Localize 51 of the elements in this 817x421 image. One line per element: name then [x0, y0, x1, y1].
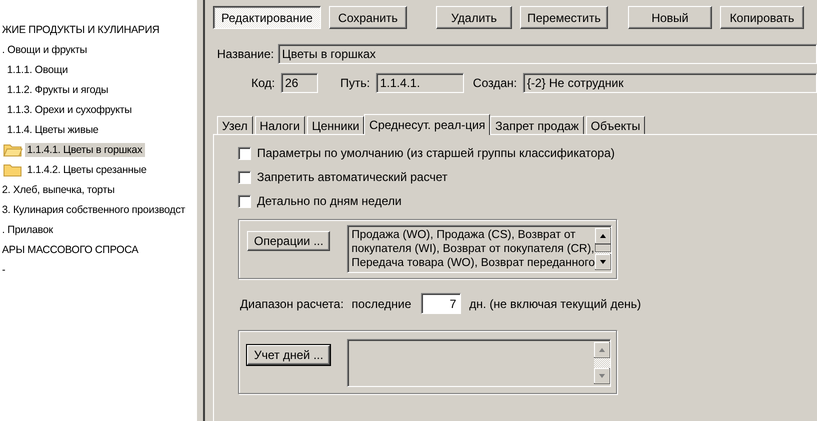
info-field: 1.1.4.1. [376, 73, 464, 93]
tree-item[interactable]: - [0, 263, 8, 277]
checkbox-label: Запретить автоматический расчет [257, 170, 448, 184]
range-suffix: дн. (не включая текущий день) [469, 296, 642, 310]
checkbox-label: Параметры по умолчанию (из старшей группы классификатора) [257, 146, 615, 160]
checkbox-label: Детально по дням недели [257, 194, 402, 208]
tab[interactable]: Узел [217, 116, 253, 134]
toolbar-button[interactable]: Удалить [436, 6, 512, 29]
tree-item[interactable]: 1.1.3. Орехи и сухофрукты [5, 103, 135, 117]
tree-item[interactable]: 1.1.1. Овощи [5, 63, 71, 77]
tab[interactable]: Ценники [306, 116, 364, 134]
toolbar-button[interactable]: Новый [628, 6, 712, 29]
tree-item[interactable]: . Прилавок [0, 223, 56, 237]
operations-button[interactable]: Операции ... [247, 231, 330, 251]
tree-item[interactable]: АРЫ МАССОВОГО СПРОСА [0, 243, 142, 257]
days-input[interactable]: 7 [421, 293, 462, 314]
checkbox[interactable] [238, 146, 251, 160]
folder-icon [3, 163, 23, 177]
checkbox[interactable] [238, 194, 251, 208]
info-field: {-2} Не сотрудник [523, 73, 817, 93]
tree-item[interactable]: 3. Кулинария собственного производст [0, 203, 188, 217]
field-label: Название: [217, 47, 274, 61]
field-label: Код: [250, 76, 275, 90]
toolbar-button[interactable]: Редактирование [213, 6, 321, 29]
toolbar-button[interactable]: Копировать [720, 6, 804, 29]
tree-item[interactable]: 1.1.4.1. Цветы в горшках [25, 143, 146, 157]
tree-item[interactable]: . Овощи и фрукты [0, 43, 90, 57]
field-label: Путь: [339, 76, 370, 90]
toolbar-button[interactable]: Переместить [520, 6, 608, 29]
tab[interactable]: Запрет продаж [490, 116, 584, 134]
scrollbar[interactable] [594, 228, 611, 270]
toolbar-button[interactable]: Сохранить [329, 6, 407, 29]
tree-item[interactable]: 2. Хлеб, выпечка, торты [0, 183, 118, 197]
scroll-down-button[interactable] [594, 254, 611, 270]
tree-item[interactable]: 1.1.4. Цветы живые [5, 123, 102, 137]
list-text: Продажа (WO), Продажа (CS), Возврат от [351, 228, 576, 242]
tab[interactable]: Объекты [586, 116, 646, 134]
range-label: Диапазон расчета: [240, 296, 344, 310]
tree-item[interactable]: 1.1.2. Фрукты и ягоды [5, 83, 112, 97]
info-field: 26 [281, 73, 318, 93]
tab[interactable]: Налоги [254, 116, 305, 134]
folder-icon [3, 143, 23, 157]
list-text: Передача товара (WO), Возврат переданного [351, 256, 595, 270]
range-prefix: последние [352, 296, 412, 310]
checkbox[interactable] [238, 170, 251, 184]
list-text: покупателя (WI), Возврат от покупателя (CR), [351, 242, 595, 256]
name-field[interactable]: Цветы в горшках [278, 44, 817, 64]
tree-item[interactable]: ЖИЕ ПРОДУКТЫ И КУЛИНАРИЯ [0, 23, 162, 37]
tree-item[interactable]: 1.1.4.2. Цветы срезанные [25, 163, 150, 177]
tab[interactable]: Среднесут. реал-ция [364, 114, 490, 135]
field-label: Создан: [472, 76, 517, 90]
